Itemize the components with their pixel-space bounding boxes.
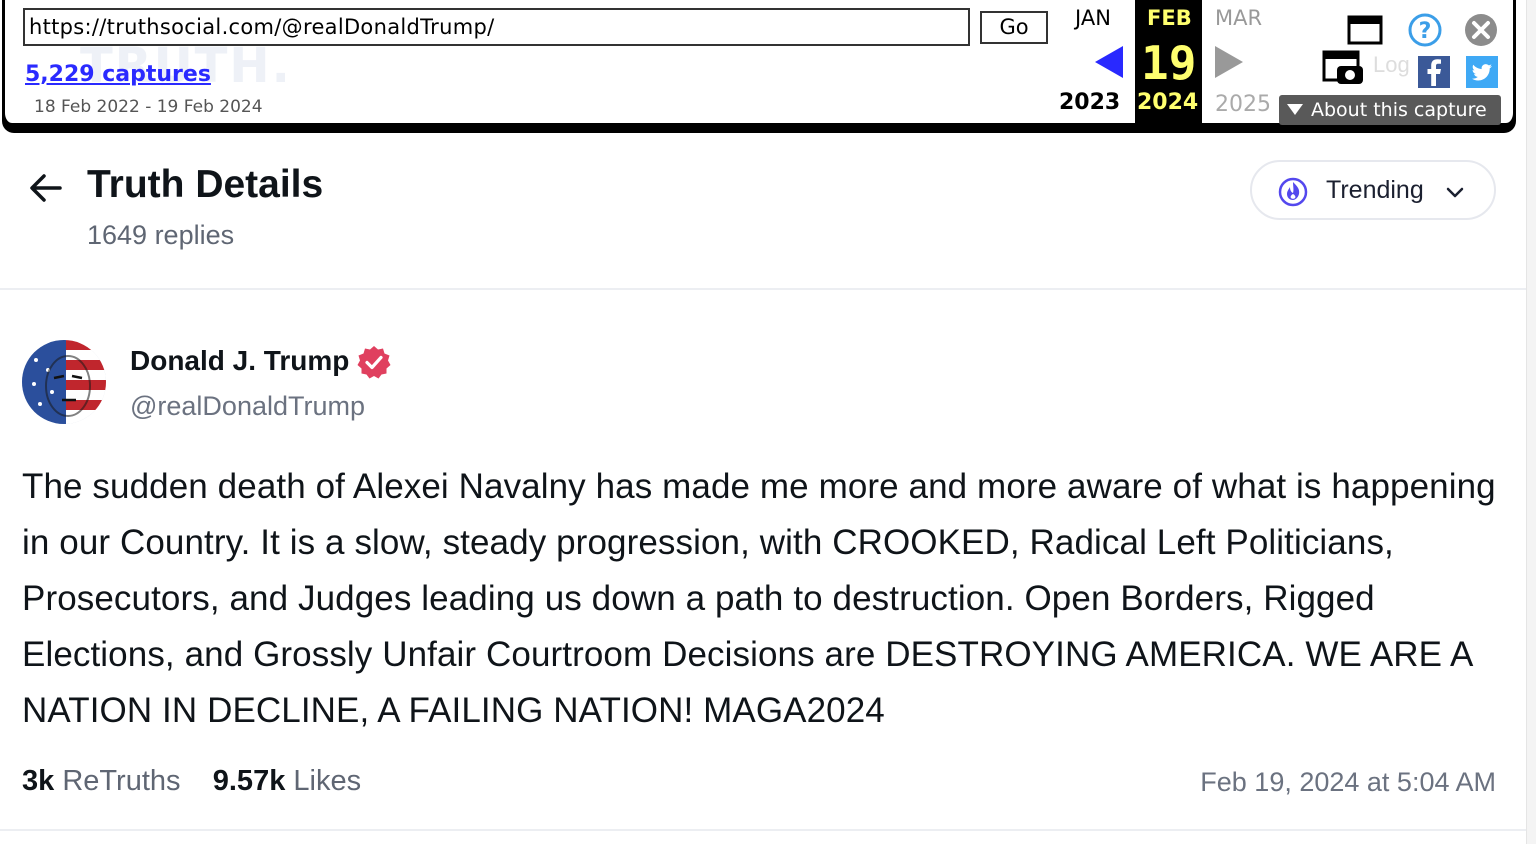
post-divider — [0, 829, 1526, 831]
wayback-current-year: 2024 — [1137, 90, 1199, 115]
post-timestamp: Feb 19, 2024 at 5:04 AM — [1200, 767, 1496, 797]
wayback-toolbar: TRUTH. https://truthsocial.com/@realDona… — [2, 0, 1516, 133]
sort-dropdown[interactable]: Trending — [1250, 160, 1496, 220]
back-arrow-icon[interactable] — [26, 168, 66, 208]
avatar[interactable] — [22, 340, 106, 424]
wayback-date-range: 18 Feb 2022 - 19 Feb 2024 — [34, 97, 263, 117]
retruths-label[interactable]: ReTruths — [62, 765, 180, 797]
post-stats: 3k ReTruths 9.57k Likes — [22, 765, 361, 798]
likes-label[interactable]: Likes — [293, 765, 361, 797]
wayback-current-day: 19 — [1141, 36, 1197, 90]
wayback-current-month: FEB — [1147, 6, 1192, 30]
replies-count: 1649 replies — [87, 220, 235, 250]
wayback-next-month: MAR — [1215, 6, 1263, 30]
author-name[interactable]: Donald J. Trump — [130, 345, 349, 377]
wayback-next-year: 2025 — [1215, 92, 1271, 117]
verified-badge-icon — [357, 346, 391, 379]
author-handle[interactable]: @realDonaldTrump — [130, 391, 365, 422]
post-text: The sudden death of Alexei Navalny has m… — [22, 467, 1496, 730]
likes-count[interactable]: 9.57k — [213, 765, 286, 797]
chevron-down-icon — [1446, 187, 1464, 198]
fire-icon — [1278, 177, 1308, 207]
page-scrollbar[interactable] — [1526, 0, 1536, 844]
wayback-go-button[interactable]: Go — [980, 11, 1048, 44]
screenshot-icon[interactable] — [1321, 48, 1367, 88]
next-capture-arrow-icon — [1215, 46, 1243, 78]
svg-text:?: ? — [1419, 19, 1432, 44]
calendar-icon[interactable] — [1347, 14, 1385, 46]
wayback-prev-year[interactable]: 2023 — [1059, 90, 1120, 115]
prev-capture-arrow-icon[interactable] — [1095, 46, 1123, 78]
facebook-icon[interactable] — [1418, 56, 1450, 88]
login-ghost-text: Log — [1373, 52, 1410, 77]
about-this-capture-button[interactable]: About this capture — [1279, 95, 1501, 125]
retruths-count[interactable]: 3k — [22, 765, 54, 797]
twitter-icon[interactable] — [1466, 56, 1498, 88]
wayback-prev-month[interactable]: JAN — [1075, 6, 1111, 30]
help-icon[interactable]: ? — [1407, 12, 1443, 48]
close-icon[interactable] — [1463, 12, 1499, 48]
about-triangle-icon — [1287, 104, 1303, 115]
wayback-url-input[interactable]: https://truthsocial.com/@realDonaldTrump… — [23, 8, 970, 46]
page-title: Truth Details — [87, 163, 324, 206]
header-divider — [0, 288, 1526, 290]
sort-label: Trending — [1326, 176, 1424, 204]
wayback-captures-link[interactable]: 5,229 captures — [25, 62, 211, 87]
